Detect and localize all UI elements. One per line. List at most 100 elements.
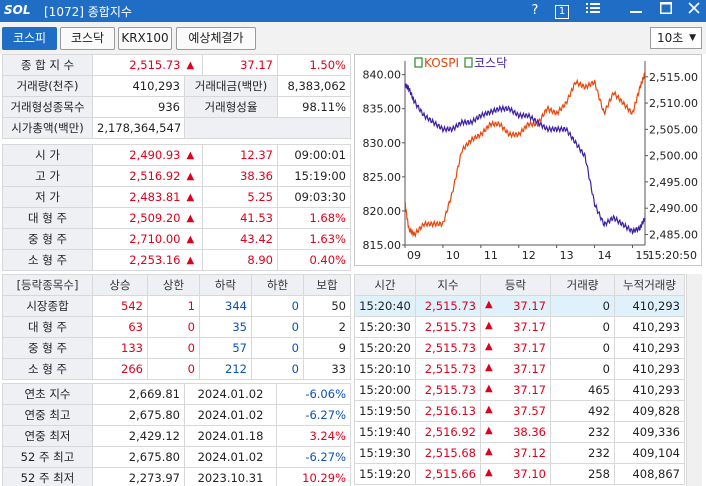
right-tick-label: 2,500.00 xyxy=(649,150,698,163)
maximize-icon[interactable] xyxy=(658,2,674,20)
ohlc-label: 대 형 주 xyxy=(2,207,93,229)
interval-select[interactable]: 10초 ▼ xyxy=(650,27,702,49)
tick-change: ▲ 37.17 xyxy=(480,379,551,401)
ohlc-row: 고 가 2,516.92 ▲ 38.36 15:19:00 xyxy=(2,165,351,187)
yearly-rate: -6.06% xyxy=(276,383,351,405)
volume-value: 410,293 xyxy=(92,75,185,97)
tick-change: ▲ 37.10 xyxy=(480,463,551,485)
tick-volume: 492 xyxy=(550,400,615,422)
yearly-value: 2,429.12 xyxy=(92,425,185,447)
title-bar: SOL [1072] 종합지수 ? 1 xyxy=(0,0,706,22)
x-tick-label: 14 xyxy=(598,249,612,262)
index-row: 종 합 지 수 2,515.73 ▲ 37.17 1.50% xyxy=(2,54,351,76)
rise-count: 266 xyxy=(92,358,148,380)
ohlc-value: 2,253.16 xyxy=(92,249,185,271)
yearly-label: 연중 최저 xyxy=(2,425,93,447)
tick-change-value: 37.12 xyxy=(513,446,546,460)
yearly-row: 52 주 최고 2,675.80 2024.01.02 -6.27% xyxy=(2,446,351,468)
tick-index: 2,515.73 xyxy=(415,316,481,338)
rise-count: 133 xyxy=(92,337,148,359)
right-tick-label: 2,495.00 xyxy=(649,176,698,189)
traded-count-row: 거래형성종목수 936 거래형성율 98.11% xyxy=(2,96,351,118)
menu-icon[interactable] xyxy=(584,2,602,20)
column-header: 상한 xyxy=(147,274,200,296)
tick-table: 시간 지수 등락 거래량 누적거래량 15:20:40 2,515.73 ▲ 37.17 0 410… xyxy=(354,274,685,485)
left-tick-label: 830.00 xyxy=(363,137,402,150)
up-triangle-icon: ▲ xyxy=(184,54,203,76)
tick-row[interactable]: 15:20:00 2,515.73 ▲ 37.17 465 410,293 xyxy=(354,379,685,401)
ohlc-label: 중 형 주 xyxy=(2,228,93,250)
left-tick-label: 840.00 xyxy=(363,69,402,82)
tick-row[interactable]: 15:19:30 2,515.68 ▲ 37.12 232 409,104 xyxy=(354,442,685,464)
rise-count: 63 xyxy=(92,316,148,338)
minimize-icon[interactable] xyxy=(628,2,644,20)
column-header: 하락 xyxy=(199,274,252,296)
tick-row[interactable]: 15:20:20 2,515.73 ▲ 37.17 0 410,293 xyxy=(354,337,685,359)
yearly-rate: -6.27% xyxy=(276,446,351,468)
tab-kosdaq[interactable]: 코스닥 xyxy=(60,27,115,50)
yearly-rate: 10.29% xyxy=(276,467,351,486)
ohlc-row: 시 가 2,490.93 ▲ 12.37 09:00:01 xyxy=(2,144,351,166)
tick-cum-volume: 410,293 xyxy=(614,358,685,380)
tab-kospi[interactable]: 코스피 xyxy=(2,27,57,50)
tick-row[interactable]: 15:20:40 2,515.73 ▲ 37.17 0 410,293 xyxy=(354,295,685,317)
ohlc-table: 시 가 2,490.93 ▲ 12.37 09:00:01 고 가 2,516.92 ▲ 38.… xyxy=(2,144,351,271)
updown-label: 소 형 주 xyxy=(2,358,93,380)
screen-number-icon[interactable]: 1 xyxy=(554,2,570,20)
help-icon[interactable]: ? xyxy=(528,2,542,20)
column-header: 하한 xyxy=(251,274,304,296)
yearly-table: 연초 지수 2,669.81 2024.01.02 -6.06% 연중 최고 2,675.… xyxy=(2,383,351,486)
tick-row[interactable]: 15:19:50 2,516.13 ▲ 37.57 492 409,828 xyxy=(354,400,685,422)
up-triangle-icon: ▲ xyxy=(184,144,203,166)
tick-cum-volume: 410,293 xyxy=(614,337,685,359)
tick-change-value: 37.57 xyxy=(513,404,546,418)
tick-cum-volume: 409,336 xyxy=(614,421,685,443)
ohlc-row: 저 가 2,483.81 ▲ 5.25 09:03:30 xyxy=(2,186,351,208)
tick-volume: 258 xyxy=(550,463,615,485)
tick-change-value: 37.17 xyxy=(513,341,546,355)
upper-limit-count: 0 xyxy=(147,316,200,338)
fall-count: 344 xyxy=(199,295,252,317)
up-triangle-icon: ▲ xyxy=(485,341,493,352)
close-icon[interactable] xyxy=(686,2,702,20)
ohlc-label: 고 가 xyxy=(2,165,93,187)
ohlc-rate: 0.40% xyxy=(277,249,351,271)
legend-swatch-icon xyxy=(414,57,423,68)
ohlc-value: 2,509.20 xyxy=(92,207,185,229)
yearly-label: 52 주 최저 xyxy=(2,467,93,486)
tick-time: 15:19:50 xyxy=(354,400,416,422)
ohlc-change: 41.53 xyxy=(202,207,278,229)
tab-krx100[interactable]: KRX100 xyxy=(118,27,172,50)
market-cap-row: 시가총액(백만) 2,178,364,547 xyxy=(2,117,351,139)
tick-row[interactable]: 15:19:20 2,515.66 ▲ 37.10 258 408,867 xyxy=(354,463,685,485)
tick-row[interactable]: 15:20:30 2,515.73 ▲ 37.17 0 410,293 xyxy=(354,316,685,338)
tick-time: 15:20:00 xyxy=(354,379,416,401)
up-triangle-icon: ▲ xyxy=(184,165,203,187)
upper-limit-count: 0 xyxy=(147,358,200,380)
tick-volume: 0 xyxy=(550,316,615,338)
amount-value: 8,383,062 xyxy=(277,75,351,97)
intraday-chart[interactable]: 840.00 835.00 830.00 825.00 820.00 815.00 2,51… xyxy=(354,54,702,266)
ohlc-row: 소 형 주 2,253.16 ▲ 8.90 0.40% xyxy=(2,249,351,271)
yearly-row: 52 주 최저 2,273.97 2023.10.31 10.29% xyxy=(2,467,351,486)
left-tick-label: 815.00 xyxy=(363,239,402,252)
updown-label: 시장종합 xyxy=(2,295,93,317)
flat-count: 33 xyxy=(303,358,351,380)
tab-expected-price[interactable]: 예상체결가 xyxy=(176,27,256,50)
lower-limit-count: 0 xyxy=(251,337,304,359)
left-tick-label: 825.00 xyxy=(363,171,402,184)
ohlc-change: 43.42 xyxy=(202,228,278,250)
vertical-scrollbar[interactable] xyxy=(686,274,702,486)
ohlc-value: 2,516.92 xyxy=(92,165,185,187)
tick-change-value: 37.17 xyxy=(513,299,546,313)
ohlc-time: 15:19:00 xyxy=(277,165,351,187)
traded-rate-label: 거래형성율 xyxy=(184,96,278,118)
yearly-value: 2,675.80 xyxy=(92,404,185,426)
traded-count-value: 936 xyxy=(92,96,185,118)
column-header: 등락 xyxy=(480,274,551,296)
yearly-value: 2,669.81 xyxy=(92,383,185,405)
tick-row[interactable]: 15:20:10 2,515.73 ▲ 37.17 0 410,293 xyxy=(354,358,685,380)
yearly-label: 연초 지수 xyxy=(2,383,93,405)
fall-count: 35 xyxy=(199,316,252,338)
tick-row[interactable]: 15:19:40 2,516.92 ▲ 38.36 232 409,336 xyxy=(354,421,685,443)
